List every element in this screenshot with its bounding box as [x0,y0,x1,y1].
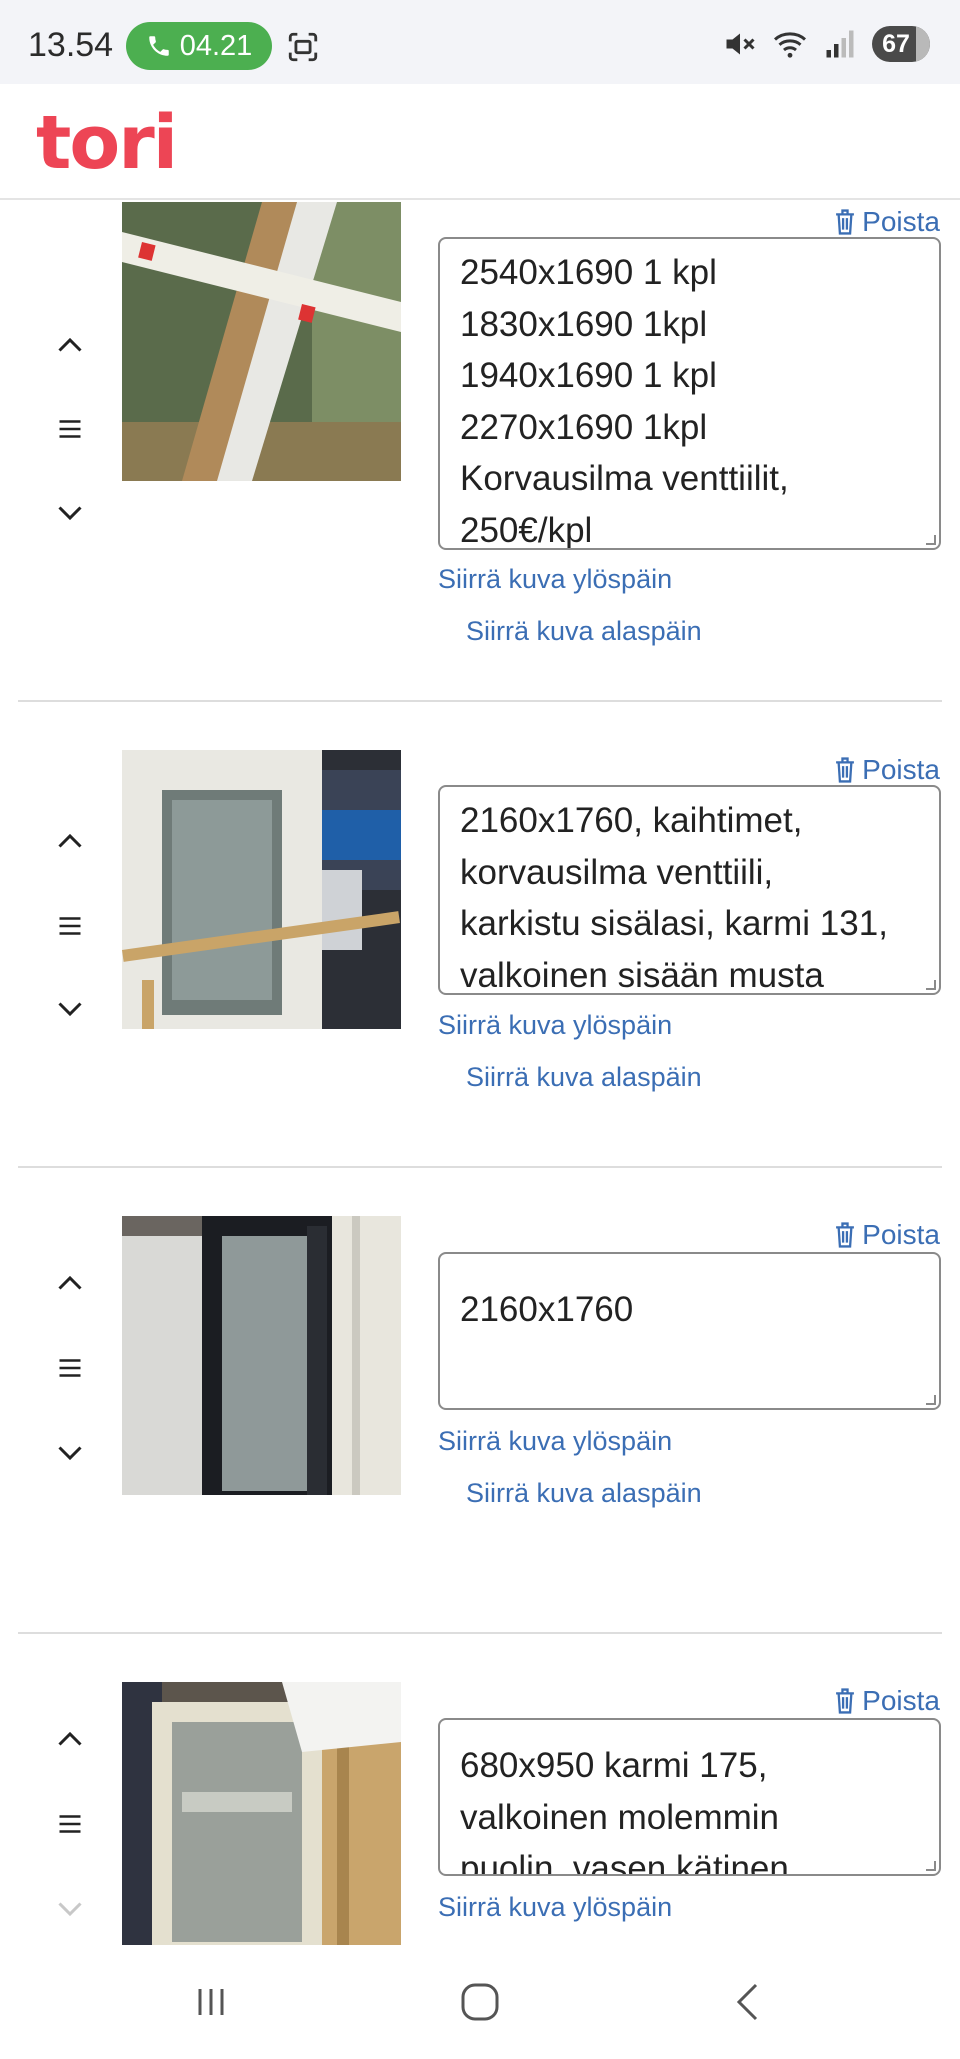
app-header: tori [0,84,960,200]
mute-icon [726,33,755,55]
delete-image-button[interactable]: Poista [832,1219,940,1251]
home-button[interactable] [455,1977,505,2027]
move-up-arrow-button[interactable] [48,324,92,368]
chevron-down-icon [58,1902,82,1917]
wifi-icon [773,32,807,58]
image-description-textarea[interactable]: 2540x1690 1 kpl 1830x1690 1kpl 1940x1690… [438,237,941,550]
battery-level: 67 [882,29,910,58]
call-indicator[interactable]: 04.21 [126,22,272,70]
call-timer: 04.21 [179,29,253,62]
chevron-down-icon [58,1446,82,1461]
move-down-arrow-button[interactable] [48,1886,92,1930]
delete-label: Poista [862,1219,940,1250]
trash-icon [836,1688,855,1714]
status-bar: 13.54 04.21 67 [0,0,960,84]
image-item: Poista 680x950 karmi 175, valkoinen mole… [0,1634,960,1945]
move-image-down-link[interactable]: Siirrä kuva alaspäin [466,616,702,647]
chevron-up-icon [58,337,82,352]
move-image-down-link[interactable]: Siirrä kuva alaspäin [466,1062,702,1093]
drag-handle-icon [59,917,81,935]
home-icon [461,1983,499,2021]
tori-logo[interactable]: tori [36,100,178,186]
drag-handle-icon [59,420,81,438]
move-image-down-link[interactable]: Siirrä kuva alaspäin [466,1478,702,1509]
move-image-up-link[interactable]: Siirrä kuva ylöspäin [438,1892,672,1923]
status-time: 13.54 [28,26,114,64]
phone-icon [148,36,169,56]
drag-handle[interactable] [48,407,92,451]
move-down-arrow-button[interactable] [48,1430,92,1474]
delete-label: Poista [862,1685,940,1716]
delete-image-button[interactable]: Poista [832,754,940,786]
move-up-arrow-button[interactable] [48,1262,92,1306]
move-up-arrow-button[interactable] [48,1718,92,1762]
listing-image-editor: Poista 2540x1690 1 kpl 1830x1690 1kpl 19… [0,200,960,1945]
back-icon [736,1983,758,2021]
drag-handle[interactable] [48,1802,92,1846]
move-down-arrow-button[interactable] [48,490,92,534]
move-image-up-link[interactable]: Siirrä kuva ylöspäin [438,1426,672,1457]
image-description-textarea[interactable]: 2160x1760 [438,1252,941,1410]
delete-label: Poista [862,206,940,237]
recent-apps-icon [198,1989,224,2015]
move-up-arrow-button[interactable] [48,820,92,864]
chevron-down-icon [58,1002,82,1017]
screen-record-icon [288,32,318,62]
system-nav-bar [0,1945,960,2059]
chevron-down-icon [58,506,82,521]
back-button[interactable] [724,1977,774,2027]
move-down-arrow-button[interactable] [48,986,92,1030]
delete-image-button[interactable]: Poista [832,1685,940,1717]
image-item: Poista 2540x1690 1 kpl 1830x1690 1kpl 19… [0,200,960,700]
move-image-up-link[interactable]: Siirrä kuva ylöspäin [438,1010,672,1041]
listing-photo [122,750,401,1029]
trash-icon [836,1222,855,1248]
image-description-textarea[interactable]: 680x950 karmi 175, valkoinen molemmin pu… [438,1718,941,1876]
chevron-up-icon [58,1731,82,1746]
recent-apps-button[interactable] [186,1977,236,2027]
trash-icon [836,757,855,783]
signal-icon [826,30,854,58]
delete-label: Poista [862,754,940,785]
image-description-textarea[interactable]: 2160x1760, kaihtimet, korvausilma ventti… [438,785,941,995]
drag-handle[interactable] [48,904,92,948]
trash-icon [836,209,855,235]
drag-handle[interactable] [48,1346,92,1390]
chevron-up-icon [58,1275,82,1290]
chevron-up-icon [58,833,82,848]
delete-image-button[interactable]: Poista [832,206,940,238]
move-image-up-link[interactable]: Siirrä kuva ylöspäin [438,564,672,595]
battery-icon: 67 [872,26,930,62]
listing-photo [122,1216,401,1495]
drag-handle-icon [59,1815,81,1833]
drag-handle-icon [59,1359,81,1377]
listing-photo [122,1682,401,1945]
listing-photo [122,202,401,481]
image-item: Poista 2160x1760 Siirrä kuva ylöspäin Si… [0,1168,960,1634]
image-item: Poista 2160x1760, kaihtimet, korvausilma… [0,702,960,1168]
